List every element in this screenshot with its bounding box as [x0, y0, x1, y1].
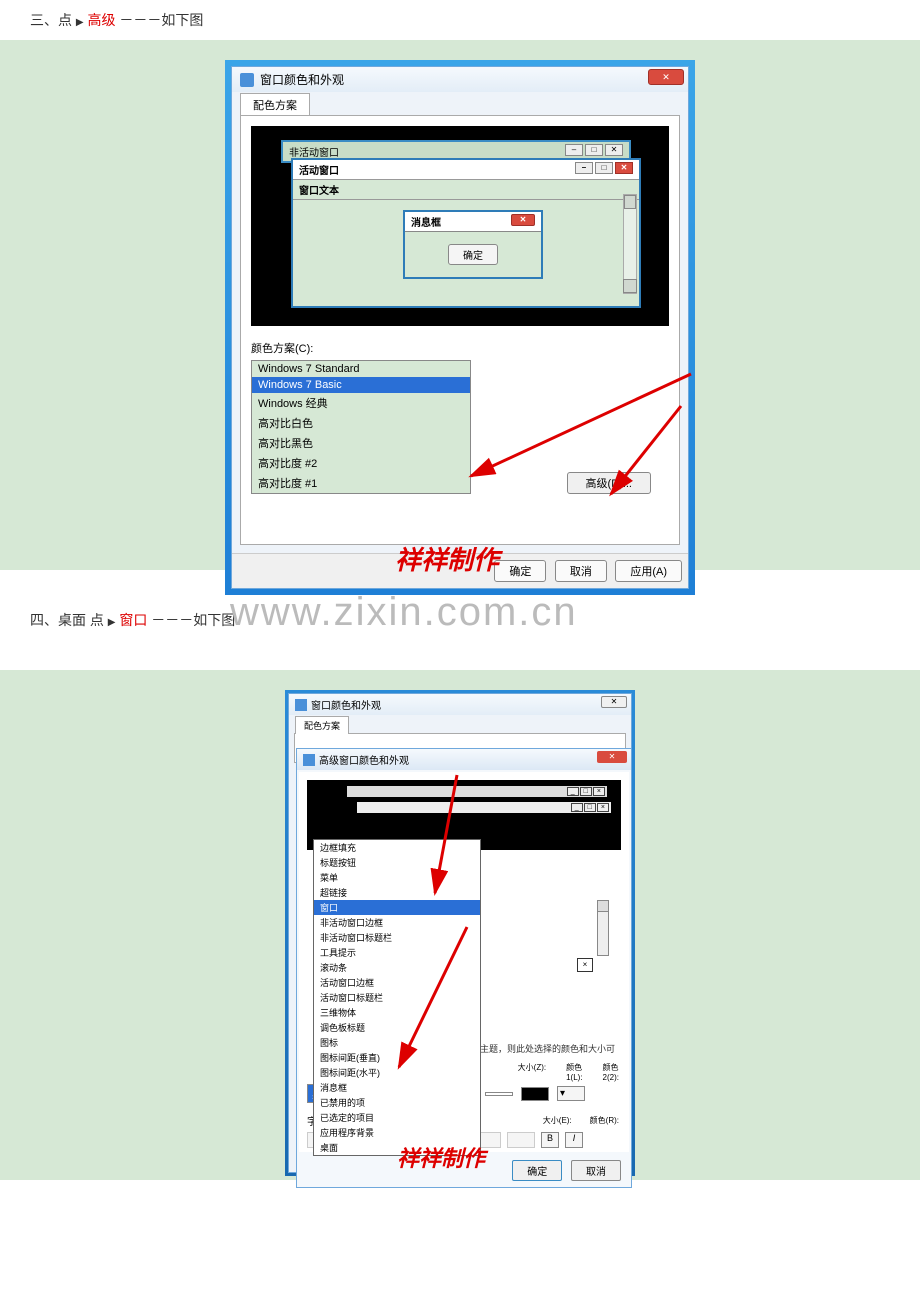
shot1-window-frame: 窗口颜色和外观 ✕ 配色方案 非活动窗口 –□✕ 活动窗口 –□✕ [225, 60, 695, 595]
step-4-caption: 四、桌面 点 ▶ 窗口 －－－如下图 [0, 600, 920, 640]
cancel-button[interactable]: 取消 [571, 1160, 621, 1181]
preview-msgbox: 消息框 ✕ 确定 [403, 210, 543, 279]
tab-color-scheme[interactable]: 配色方案 [295, 716, 349, 734]
dropdown-item[interactable]: 边框填充 [314, 840, 480, 855]
scheme-option[interactable]: 高对比白色 [252, 413, 470, 433]
dropdown-item[interactable]: 应用程序背景 [314, 1125, 480, 1140]
step3-highlight: 高级 [87, 12, 115, 28]
msgbox-title: 消息框 [411, 214, 441, 229]
preview-area: 非活动窗口 –□✕ 活动窗口 –□✕ 窗口文本 消息框 [251, 126, 669, 326]
hint-text: 主题，则此处选择的颜色和大小可 [480, 1042, 615, 1055]
dropdown-item[interactable]: 调色板标题 [314, 1020, 480, 1035]
dropdown-item[interactable]: 非活动窗口标题栏 [314, 930, 480, 945]
step4-highlight: 窗口 [119, 612, 147, 628]
size-e-label: 大小(E): [543, 1115, 572, 1126]
dropdown-item[interactable]: 已禁用的项 [314, 1095, 480, 1110]
scheme-option[interactable]: 高对比黑色 [252, 433, 470, 453]
annotation-arrow-icon [581, 396, 701, 516]
window-icon [295, 699, 307, 711]
inactive-title: 非活动窗口 [289, 144, 339, 159]
window-icon [240, 73, 254, 87]
triangle-icon: ▶ [76, 17, 84, 28]
step3-prefix: 三、点 [30, 12, 72, 28]
shot2-window-frame: 窗口颜色和外观 ✕ 配色方案 高级窗口颜色和外观 ✕ _□× _□× [285, 690, 635, 1176]
dropdown-item[interactable]: 超链接 [314, 885, 480, 900]
triangle-icon: ▶ [108, 617, 116, 628]
dropdown-item[interactable]: 活动窗口边框 [314, 975, 480, 990]
scheme-option[interactable]: 高对比度 #1 [252, 473, 470, 493]
item-dropdown-list[interactable]: 边框填充 标题按钮 菜单 超链接 窗口 非活动窗口边框 非活动窗口标题栏 工具提… [313, 839, 481, 1156]
window-title: 窗口颜色和外观 [260, 71, 344, 88]
advanced-button[interactable]: 高级(D)... [567, 472, 651, 494]
color-r-label: 颜色(R): [590, 1115, 619, 1126]
scrollbar-icon [623, 194, 637, 294]
preview-msgbox-x: × [577, 958, 593, 972]
outer-title: 窗口颜色和外观 [311, 697, 381, 712]
dropdown-item[interactable]: 标题按钮 [314, 855, 480, 870]
dropdown-item[interactable]: 已选定的项目 [314, 1110, 480, 1125]
dropdown-item[interactable]: 图标间距(水平) [314, 1065, 480, 1080]
screenshot-1-container: 窗口颜色和外观 ✕ 配色方案 非活动窗口 –□✕ 活动窗口 –□✕ [0, 40, 920, 570]
preview-active-window: 活动窗口 –□✕ 窗口文本 消息框 ✕ 确定 [291, 158, 641, 308]
scheme-option-selected[interactable]: Windows 7 Basic [252, 377, 470, 393]
size-z-label: 大小(Z): [518, 1062, 546, 1082]
adv-title: 高级窗口颜色和外观 [319, 752, 409, 767]
window-control-icons: –□✕ [565, 144, 623, 159]
dropdown-item[interactable]: 工具提示 [314, 945, 480, 960]
dropdown-item[interactable]: 非活动窗口边框 [314, 915, 480, 930]
window-control-icons: –□✕ [575, 162, 633, 177]
step4-prefix: 四、桌面 点 [30, 612, 104, 628]
preview-inactive: _□× [347, 786, 607, 797]
scheme-label: 颜色方案(C): [251, 340, 669, 356]
dropdown-item[interactable]: 消息框 [314, 1080, 480, 1095]
ok-button[interactable]: 确定 [512, 1160, 562, 1181]
screenshot-2-container: 窗口颜色和外观 ✕ 配色方案 高级窗口颜色和外观 ✕ _□× _□× [0, 670, 920, 1180]
advanced-dialog: 高级窗口颜色和外观 ✕ _□× _□× × 主题，则此处选择的颜色和大小可 [296, 748, 632, 1188]
adv-titlebar: 高级窗口颜色和外观 ✕ [297, 749, 631, 770]
preview-active: _□× [357, 802, 611, 813]
close-icon: ✕ [511, 214, 535, 226]
color1-picker[interactable] [521, 1087, 549, 1101]
dropdown-item[interactable]: 菜单 [314, 870, 480, 885]
scheme-option[interactable]: Windows 经典 [252, 393, 470, 413]
tab-color-scheme[interactable]: 配色方案 [240, 93, 310, 116]
dropdown-item[interactable]: 滚动条 [314, 960, 480, 975]
step-3-caption: 三、点 ▶ 高级 －－－如下图 [0, 0, 920, 40]
dropdown-item[interactable]: 桌面 [314, 1140, 480, 1155]
dropdown-item-selected[interactable]: 窗口 [314, 900, 480, 915]
dropdown-item[interactable]: 三维物体 [314, 1005, 480, 1020]
dropdown-item[interactable]: 图标间距(垂直) [314, 1050, 480, 1065]
dropdown-item[interactable]: 活动窗口标题栏 [314, 990, 480, 1005]
adv-footer: 确定 取消 [297, 1154, 631, 1187]
active-title: 活动窗口 [299, 162, 339, 177]
size-spinner[interactable] [485, 1092, 513, 1096]
scheme-listbox[interactable]: Windows 7 Standard Windows 7 Basic Windo… [251, 360, 471, 494]
font-color-select[interactable] [507, 1132, 535, 1148]
close-button[interactable]: ✕ [597, 751, 627, 763]
close-button[interactable]: ✕ [601, 696, 627, 708]
close-button[interactable]: ✕ [648, 69, 684, 85]
annotation-arrow-icon [451, 366, 711, 546]
window-titlebar: 窗口颜色和外观 ✕ [232, 67, 688, 92]
window-icon [303, 754, 315, 766]
bold-button[interactable]: B [541, 1132, 559, 1148]
scheme-option[interactable]: 高对比度 #2 [252, 453, 470, 473]
msgbox-ok-button[interactable]: 确定 [448, 244, 498, 265]
step4-suffix: －－－如下图 [151, 612, 235, 628]
window-text-label: 窗口文本 [293, 180, 639, 200]
step3-suffix: －－－如下图 [119, 12, 203, 28]
italic-button[interactable]: I [565, 1132, 583, 1148]
scheme-option[interactable]: Windows 7 Standard [252, 361, 470, 377]
dropdown-item[interactable]: 图标 [314, 1035, 480, 1050]
outer-titlebar: 窗口颜色和外观 ✕ [289, 694, 631, 715]
color2-picker[interactable]: ▾ [557, 1086, 585, 1101]
preview-scrollbar [597, 900, 609, 956]
